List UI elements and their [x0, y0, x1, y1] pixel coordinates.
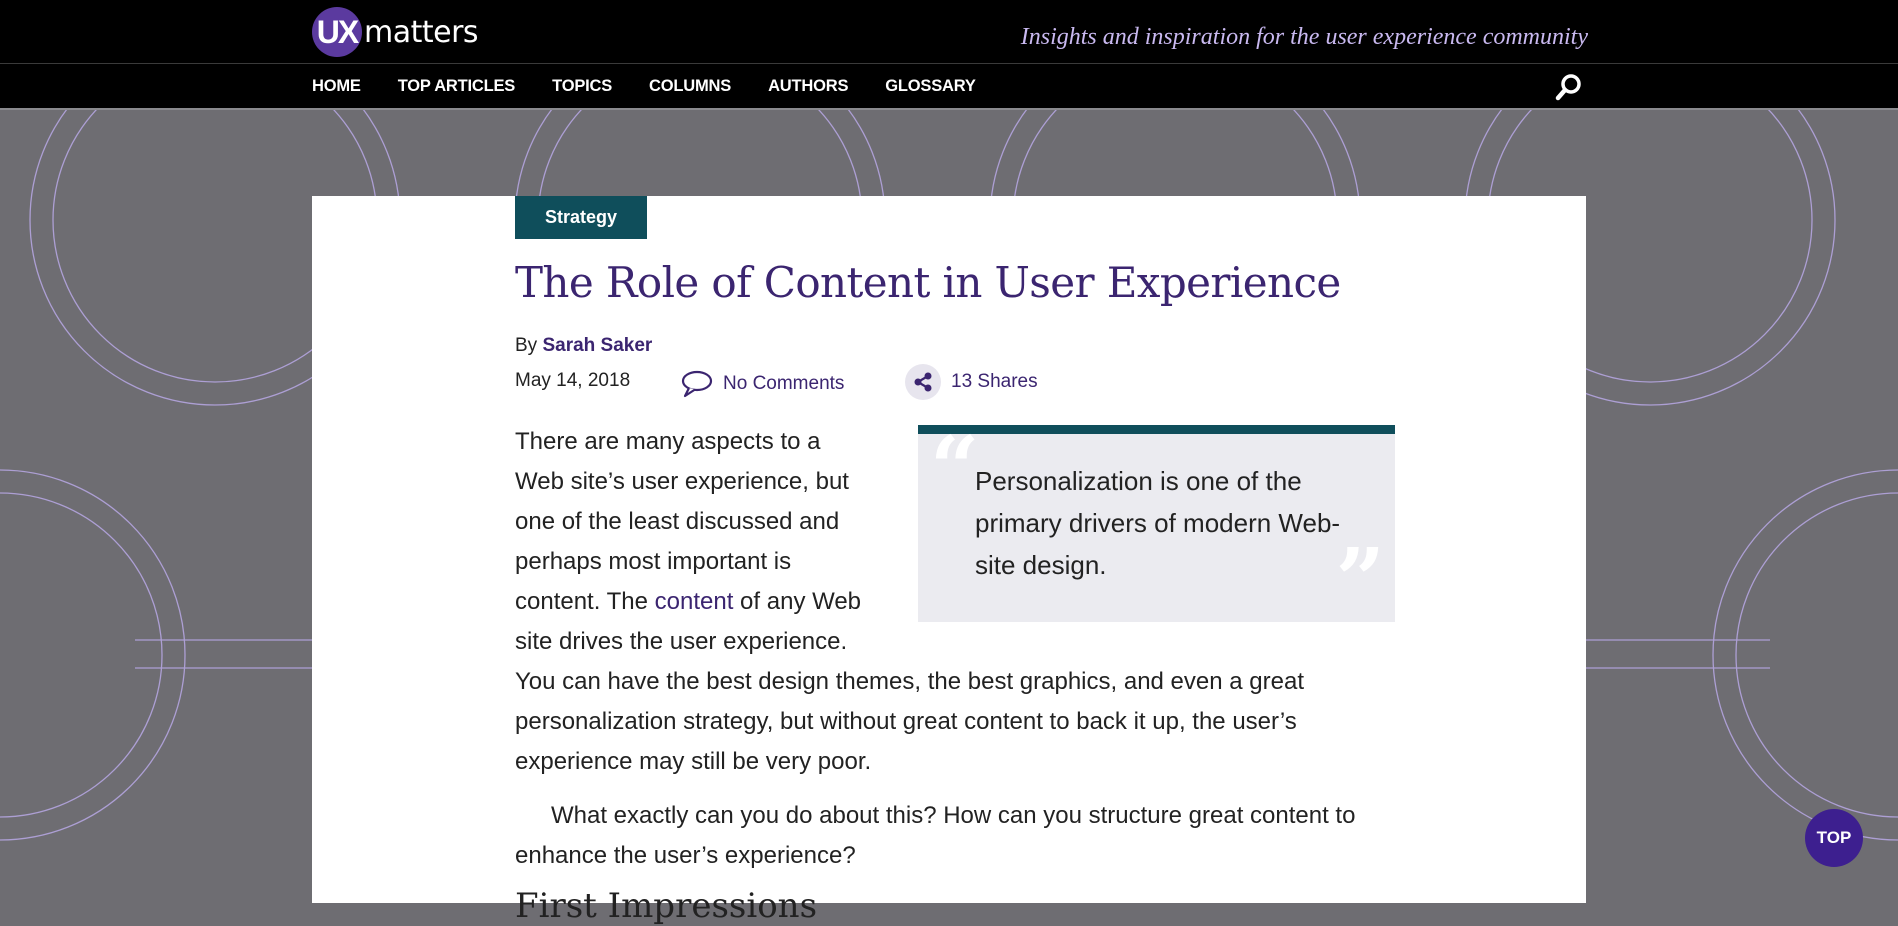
article-card: Strategy The Role of Content in User Exp…	[312, 196, 1586, 926]
article-title: The Role of Content in User Experience	[515, 258, 1341, 307]
shares-label: 13 Shares	[951, 371, 1038, 392]
by-label: By	[515, 335, 538, 356]
shares-link[interactable]: 13 Shares	[905, 364, 1038, 400]
pull-quote: “ Personalization is one of the primary …	[918, 418, 1395, 631]
back-to-top-button[interactable]: TOP	[1805, 809, 1863, 867]
comments-label: No Comments	[723, 373, 845, 394]
comment-icon	[681, 370, 713, 398]
search-icon[interactable]	[1554, 72, 1584, 102]
nav-list: HOME TOP ARTICLES TOPICS COLUMNS AUTHORS…	[312, 64, 1013, 108]
open-quote-icon: “	[930, 418, 980, 519]
category-tag[interactable]: Strategy	[515, 196, 648, 239]
share-icon	[905, 364, 941, 400]
section-heading: First Impressions	[515, 886, 818, 926]
article-body: “ Personalization is one of the primary …	[515, 422, 1395, 876]
nav-glossary[interactable]: GLOSSARY	[885, 77, 976, 96]
paragraph-2: What exactly can you do about this? How …	[515, 802, 1356, 869]
publish-date: May 14, 2018	[515, 370, 631, 391]
comments-link[interactable]: No Comments	[680, 370, 844, 398]
site-header: UX matters Insights and inspiration for …	[0, 0, 1898, 64]
site-tagline: Insights and inspiration for the user ex…	[1020, 24, 1588, 50]
content-link[interactable]: content	[655, 588, 734, 615]
byline: By Sarah Saker	[515, 335, 652, 357]
pull-quote-text: Personalization is one of the primary dr…	[975, 466, 1341, 580]
nav-top-articles[interactable]: TOP ARTICLES	[398, 77, 516, 96]
nav-authors[interactable]: AUTHORS	[768, 77, 848, 96]
site-logo[interactable]: UX matters	[312, 6, 479, 58]
nav-columns[interactable]: COLUMNS	[649, 77, 731, 96]
logo-mark: UX	[312, 7, 362, 57]
main-nav: HOME TOP ARTICLES TOPICS COLUMNS AUTHORS…	[0, 64, 1898, 110]
close-quote-icon: ”	[1335, 530, 1385, 631]
nav-topics[interactable]: TOPICS	[552, 77, 612, 96]
paragraph-1-start: There are many aspects to a Web site’s u…	[515, 428, 849, 615]
author-link[interactable]: Sarah Saker	[542, 335, 652, 356]
nav-home[interactable]: HOME	[312, 77, 361, 96]
logo-word: matters	[364, 14, 479, 50]
article-meta: May 14, 2018 No Comments 13 Shares	[515, 364, 1215, 400]
